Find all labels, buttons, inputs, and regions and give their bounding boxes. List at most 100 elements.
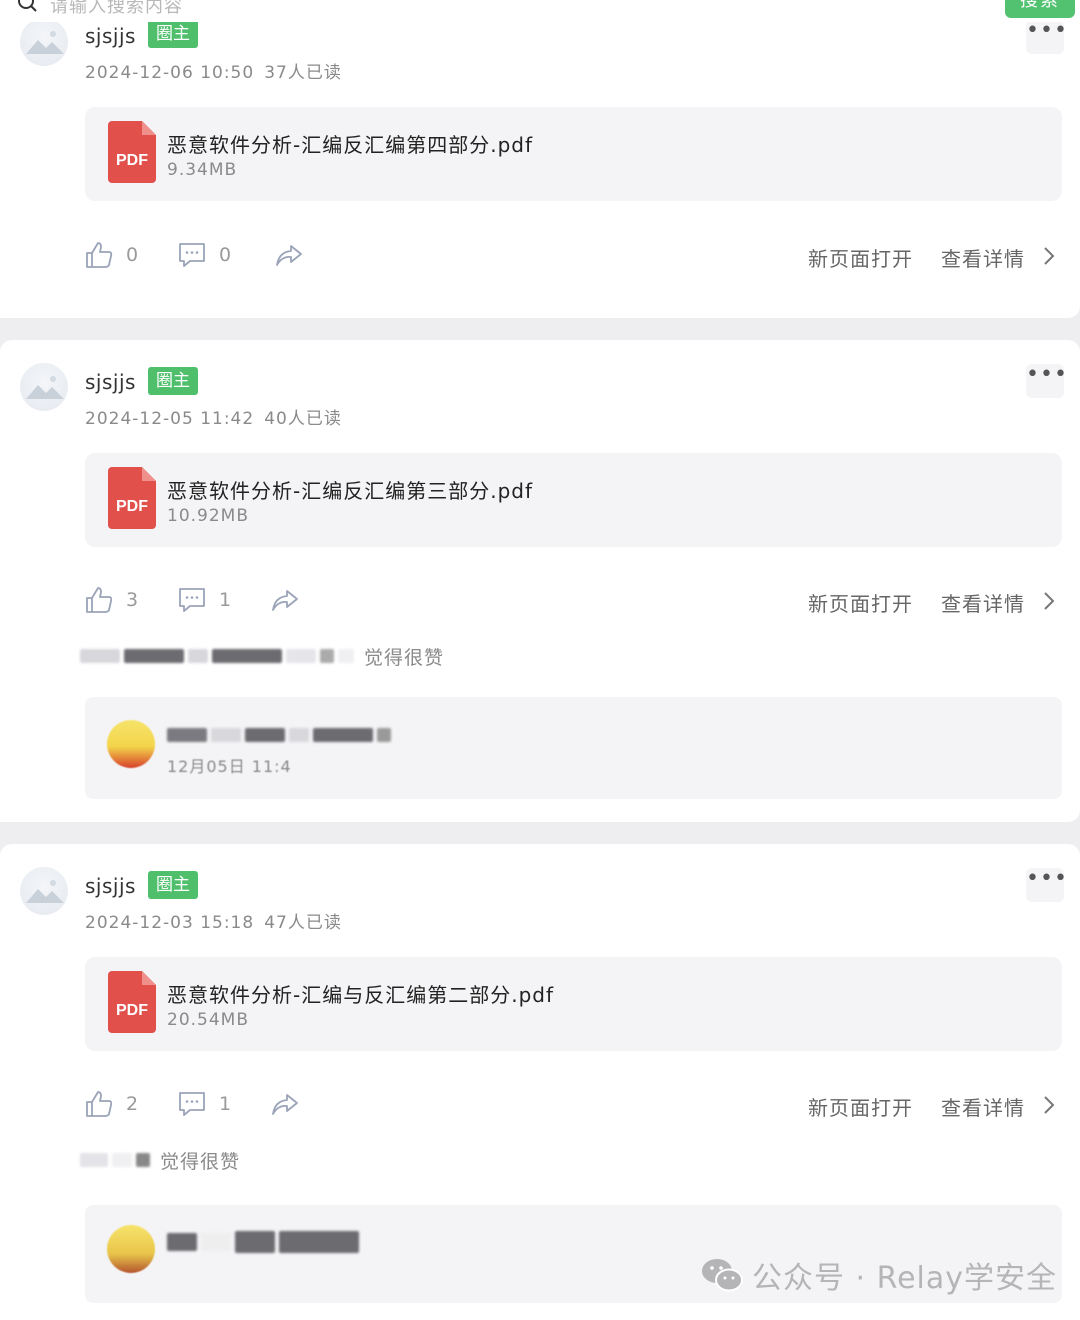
search-bar: 请输入搜索内容 搜索	[0, 0, 1080, 22]
author-name[interactable]: sjsjjs	[85, 874, 136, 898]
more-icon: •••	[1026, 362, 1068, 387]
open-new-page-link[interactable]: 新页面打开	[808, 1092, 913, 1121]
file-attachment[interactable]: PDF 恶意软件分析-汇编反汇编第四部分.pdf 9.34MB	[85, 107, 1062, 201]
comment-count: 1	[219, 1093, 232, 1115]
landscape-icon	[26, 376, 64, 399]
comment-icon	[179, 1092, 205, 1116]
liked-text: 觉得很赞	[364, 646, 445, 669]
like-count: 0	[126, 244, 139, 266]
more-options-button[interactable]: •••	[1026, 364, 1067, 398]
file-size: 20.54MB	[167, 1010, 249, 1030]
comment-count: 0	[219, 244, 232, 266]
search-icon	[18, 0, 37, 12]
read-count: 40人已读	[264, 409, 342, 429]
comment-time: 12月05日 11:4	[167, 757, 292, 776]
svg-text:PDF: PDF	[116, 152, 148, 169]
share-icon	[276, 245, 302, 266]
post-card: sjsjjs 圈主 2024-12-03 15:18 47人已读 ••• PDF …	[0, 844, 1080, 1320]
redacted-liker	[320, 649, 334, 663]
more-options-button[interactable]: •••	[1026, 20, 1067, 54]
read-count: 37人已读	[264, 63, 342, 83]
landscape-icon	[26, 880, 64, 903]
like-count: 2	[126, 1093, 139, 1115]
post-card: sjsjjs 圈主 2024-12-05 11:42 40人已读 ••• PDF …	[0, 340, 1080, 822]
post-date: 2024-12-05 11:42	[85, 409, 255, 429]
search-button[interactable]: 搜索	[1005, 0, 1075, 18]
comment-preview[interactable]: 12月05日 11:4	[85, 697, 1062, 799]
redacted-liker	[124, 649, 184, 663]
likers-row: 觉得很赞	[80, 642, 444, 670]
open-new-page-link[interactable]: 新页面打开	[808, 588, 913, 617]
owner-badge: 圈主	[148, 20, 198, 48]
file-name: 恶意软件分析-汇编反汇编第四部分.pdf	[167, 133, 534, 157]
like-count: 3	[126, 589, 139, 611]
view-details-link[interactable]: 查看详情	[941, 243, 1025, 272]
post-date: 2024-12-06 10:50	[85, 63, 255, 83]
file-attachment[interactable]: PDF 恶意软件分析-汇编反汇编第三部分.pdf 10.92MB	[85, 453, 1062, 547]
share-button[interactable]	[270, 585, 300, 615]
more-icon: •••	[1026, 866, 1068, 891]
owner-badge: 圈主	[148, 871, 198, 899]
owner-badge: 圈主	[148, 367, 198, 395]
redacted-comment-text	[167, 1231, 363, 1253]
post-card: sjsjjs 圈主 2024-12-06 10:50 37人已读 ••• PDF …	[0, 0, 1080, 318]
commenter-avatar	[107, 720, 155, 768]
redacted-liker	[188, 649, 208, 663]
avatar[interactable]	[20, 867, 68, 915]
pdf-file-icon: PDF	[108, 121, 156, 183]
file-attachment[interactable]: PDF 恶意软件分析-汇编与反汇编第二部分.pdf 20.54MB	[85, 957, 1062, 1051]
redacted-comment-text	[167, 727, 395, 743]
redacted-liker	[136, 1153, 150, 1167]
thumbs-up-icon	[86, 587, 113, 613]
file-size: 9.34MB	[167, 160, 238, 180]
thumbs-up-icon	[86, 242, 113, 268]
comment-icon	[179, 243, 205, 267]
liked-text: 觉得很赞	[160, 1150, 241, 1173]
redacted-liker	[338, 649, 354, 663]
redacted-liker	[80, 649, 120, 663]
share-icon	[272, 1094, 298, 1115]
pdf-file-icon: PDF	[108, 467, 156, 529]
more-options-button[interactable]: •••	[1026, 868, 1067, 902]
avatar[interactable]	[20, 363, 68, 411]
redacted-liker	[212, 649, 282, 663]
author-name[interactable]: sjsjjs	[85, 370, 136, 394]
like-button[interactable]: 0	[84, 240, 138, 270]
chevron-right-icon[interactable]	[1040, 590, 1058, 612]
post-meta: 2024-12-06 10:50 37人已读	[85, 58, 342, 83]
svg-text:PDF: PDF	[116, 1002, 148, 1019]
redacted-liker	[80, 1153, 108, 1167]
share-button[interactable]	[274, 240, 304, 270]
like-button[interactable]: 2	[84, 1089, 138, 1119]
open-new-page-link[interactable]: 新页面打开	[808, 243, 913, 272]
comment-button[interactable]: 0	[177, 240, 231, 270]
redacted-liker	[286, 649, 316, 663]
share-button[interactable]	[270, 1089, 300, 1119]
share-icon	[272, 590, 298, 611]
wechat-icon	[702, 1259, 743, 1292]
file-name: 恶意软件分析-汇编与反汇编第二部分.pdf	[167, 983, 555, 1007]
post-meta: 2024-12-05 11:42 40人已读	[85, 404, 342, 429]
file-name: 恶意软件分析-汇编反汇编第三部分.pdf	[167, 479, 534, 503]
view-details-link[interactable]: 查看详情	[941, 1092, 1025, 1121]
avatar[interactable]	[20, 18, 68, 66]
post-meta: 2024-12-03 15:18 47人已读	[85, 908, 342, 933]
chevron-right-icon[interactable]	[1040, 1094, 1058, 1116]
commenter-avatar	[107, 1225, 155, 1273]
search-input[interactable]: 请输入搜索内容	[6, 0, 991, 20]
view-details-link[interactable]: 查看详情	[941, 588, 1025, 617]
likers-row: 觉得很赞	[80, 1146, 240, 1174]
like-button[interactable]: 3	[84, 585, 138, 615]
search-placeholder: 请输入搜索内容	[50, 0, 183, 17]
comment-button[interactable]: 1	[177, 1089, 231, 1119]
thumbs-up-icon	[86, 1091, 113, 1117]
watermark: 公众号 · Relay学安全	[700, 1255, 1057, 1296]
post-date: 2024-12-03 15:18	[85, 913, 255, 933]
comment-count: 1	[219, 589, 232, 611]
comment-button[interactable]: 1	[177, 585, 231, 615]
chevron-right-icon[interactable]	[1040, 245, 1058, 267]
read-count: 47人已读	[264, 913, 342, 933]
author-name[interactable]: sjsjjs	[85, 24, 136, 48]
redacted-liker	[112, 1153, 132, 1167]
pdf-file-icon: PDF	[108, 971, 156, 1033]
